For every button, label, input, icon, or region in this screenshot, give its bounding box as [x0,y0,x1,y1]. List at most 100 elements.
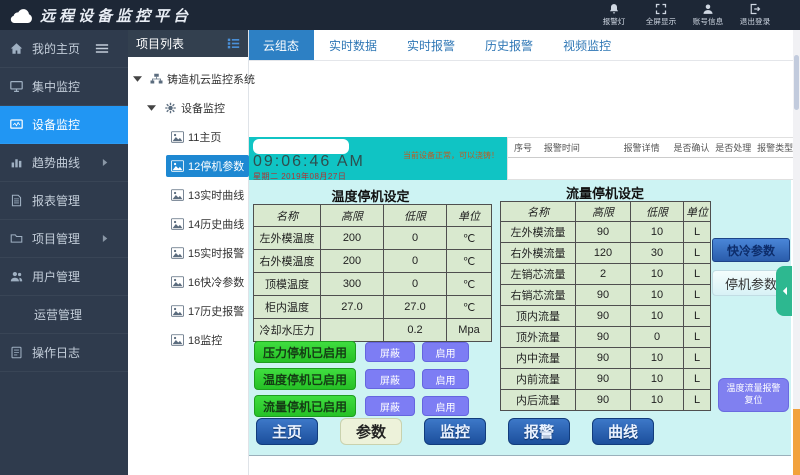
table-cell: 10 [631,264,684,285]
tree-item-label: 设备监控 [181,100,225,116]
list-icon[interactable] [227,37,240,50]
sidebar-item-operation-log[interactable]: 操作日志 [0,334,128,372]
nav-alarm-button[interactable]: 报警 [508,418,570,445]
nav-curve-button[interactable]: 曲线 [592,418,654,445]
nav-monitor-button[interactable]: 监控 [424,418,486,445]
tree-item-17-history-alarm[interactable]: 17历史报警 [128,296,248,325]
table-cell: 冷却水压力 [254,319,321,342]
table-cell: Mpa [447,319,492,342]
fullscreen-display-button[interactable]: 全屏显示 [637,0,684,30]
table-row: 冷却水压力 0.2Mpa [254,319,492,342]
tree-item-18-monitor[interactable]: 18监控 [128,325,248,354]
tree-item-16-quickcool-params[interactable]: 16快冷参数 [128,267,248,296]
tab-history-alarm[interactable]: 历史报警 [470,30,548,60]
tab-video-monitor[interactable]: 视频监控 [548,30,626,60]
tree-item-14-history-curve[interactable]: 14历史曲线 [128,209,248,238]
table-cell: 120 [576,243,631,264]
flow-shutdown-mask-button[interactable]: 屏蔽 [365,396,415,416]
table-cell: L [684,285,711,306]
table-row: 右销芯流量9010L [501,285,711,306]
alarm-column-header: 是否确认 [673,141,715,154]
alarm-light-button[interactable]: 报警灯 [590,0,637,30]
tree-item-label: 15实时报警 [188,245,244,261]
tree-item-12-shutdown-params[interactable]: 12停机参数 [128,151,248,180]
scrollbar-orange-segment [793,409,800,475]
column-header: 单位 [684,202,711,222]
table-cell: 27.0 [384,296,447,319]
vertical-scrollbar[interactable] [793,30,800,475]
table-cell: 左销芯流量 [501,264,576,285]
temperature-shutdown-status-button[interactable]: 温度停机已启用 [254,368,356,390]
scrollbar-thumb[interactable] [794,55,799,110]
tab-realtime-data[interactable]: 实时数据 [314,30,392,60]
tree-item-device-monitoring-node[interactable]: 设备监控 [128,93,248,122]
project-tree: 铸造机云监控系统设备监控 11主页12停机参数13实时曲线14历史曲线 15实时报警… [128,57,248,354]
tab-cloud-scada[interactable]: 云组态 [248,30,314,60]
table-row: 左销芯流量210L [501,264,711,285]
sidebar-item-my-home[interactable]: 我的主页 [0,30,128,68]
caret-down-icon [133,76,142,82]
sidebar-item-central-monitoring[interactable]: 集中监控 [0,68,128,106]
table-cell: L [684,348,711,369]
tree-item-15-realtime-alarm[interactable]: 15实时报警 [128,238,248,267]
status-row-pressure-shutdown: 压力停机已启用屏蔽启用 [254,341,469,363]
table-cell: 0 [384,227,447,250]
project-panel-title: 项目列表 [136,35,184,52]
table-row: 内后流量9010L [501,390,711,411]
account-info-button[interactable]: 账号信息 [684,0,731,30]
fullscreen-display-label: 全屏显示 [645,16,675,26]
table-cell: 0 [631,327,684,348]
table-cell: 90 [576,285,631,306]
gear-icon [164,102,177,114]
nav-params-button[interactable]: 参数 [340,418,402,445]
image-icon [171,276,184,288]
table-cell: 10 [631,306,684,327]
table-row: 顶内流量9010L [501,306,711,327]
tab-realtime-alarm[interactable]: 实时报警 [392,30,470,60]
account-info-label: 账号信息 [692,16,722,26]
temperature-shutdown-enable-button[interactable]: 启用 [422,369,469,389]
table-cell: 顶外流量 [501,327,576,348]
chart-icon [10,156,23,169]
table-row: 柜内温度27.027.0℃ [254,296,492,319]
quick-cool-params-button[interactable]: 快冷参数 [712,238,790,262]
tree-item-casting-cloud-system[interactable]: 铸造机云监控系统 [128,64,248,93]
table-cell: 0.2 [384,319,447,342]
image-icon [171,305,184,317]
pressure-shutdown-mask-button[interactable]: 屏蔽 [365,342,415,362]
table-cell: 左外模温度 [254,227,321,250]
sidebar-item-project-management[interactable]: 项目管理 [0,220,128,258]
sidebar-item-label: 我的主页 [32,40,80,57]
fullscreen-icon [655,3,667,15]
reset-button-line1: 温度流量报警 [726,383,780,395]
logout-button[interactable]: 退出登录 [731,0,778,30]
chevron-left-icon [781,286,788,296]
sidebar-item-device-monitoring[interactable]: 设备监控 [0,106,128,144]
app-window: 远程设备监控平台 报警灯全屏显示账号信息退出登录 我的主页集中监控设备监控趋势曲… [0,0,800,475]
clock-panel: 09:06:46 AM 星期二 2019年08月27日 当前设备正常，可以浇铸！ [248,137,507,180]
table-cell: 柜内温度 [254,296,321,319]
image-icon [171,189,184,201]
image-icon [171,334,184,346]
tab-bar: 云组态实时数据实时报警历史报警视频监控 [248,30,793,61]
sidebar-item-report-management[interactable]: 报表管理 [0,182,128,220]
table-cell: 10 [631,390,684,411]
pressure-shutdown-status-button[interactable]: 压力停机已启用 [254,341,356,363]
nav-home-button[interactable]: 主页 [256,418,318,445]
table-header-row: 名称高限低限单位 [501,202,711,222]
temp-table: 名称高限低限单位左外模温度2000℃右外模温度2000℃顶模温度3000℃柜内温… [253,204,492,342]
flow-shutdown-enable-button[interactable]: 启用 [422,396,469,416]
temperature-shutdown-mask-button[interactable]: 屏蔽 [365,369,415,389]
pressure-shutdown-enable-button[interactable]: 启用 [422,342,469,362]
column-header: 高限 [321,205,384,227]
temp-flow-alarm-reset-button[interactable]: 温度流量报警 复位 [718,378,789,412]
table-cell: 内中流量 [501,348,576,369]
flow-shutdown-status-button[interactable]: 流量停机已启用 [254,395,356,417]
sidebar-item-trend-curves[interactable]: 趋势曲线 [0,144,128,182]
tree-item-13-realtime-curve[interactable]: 13实时曲线 [128,180,248,209]
alarm-table: 序号报警时间报警详情是否确认是否处理报警类型 [507,137,793,180]
tree-item-11-home[interactable]: 11主页 [128,122,248,151]
sidebar-item-user-management[interactable]: 用户管理 [0,258,128,296]
panel-collapse-handle[interactable] [776,266,792,316]
sidebar-item-operations-management[interactable]: 运营管理 [0,296,128,334]
